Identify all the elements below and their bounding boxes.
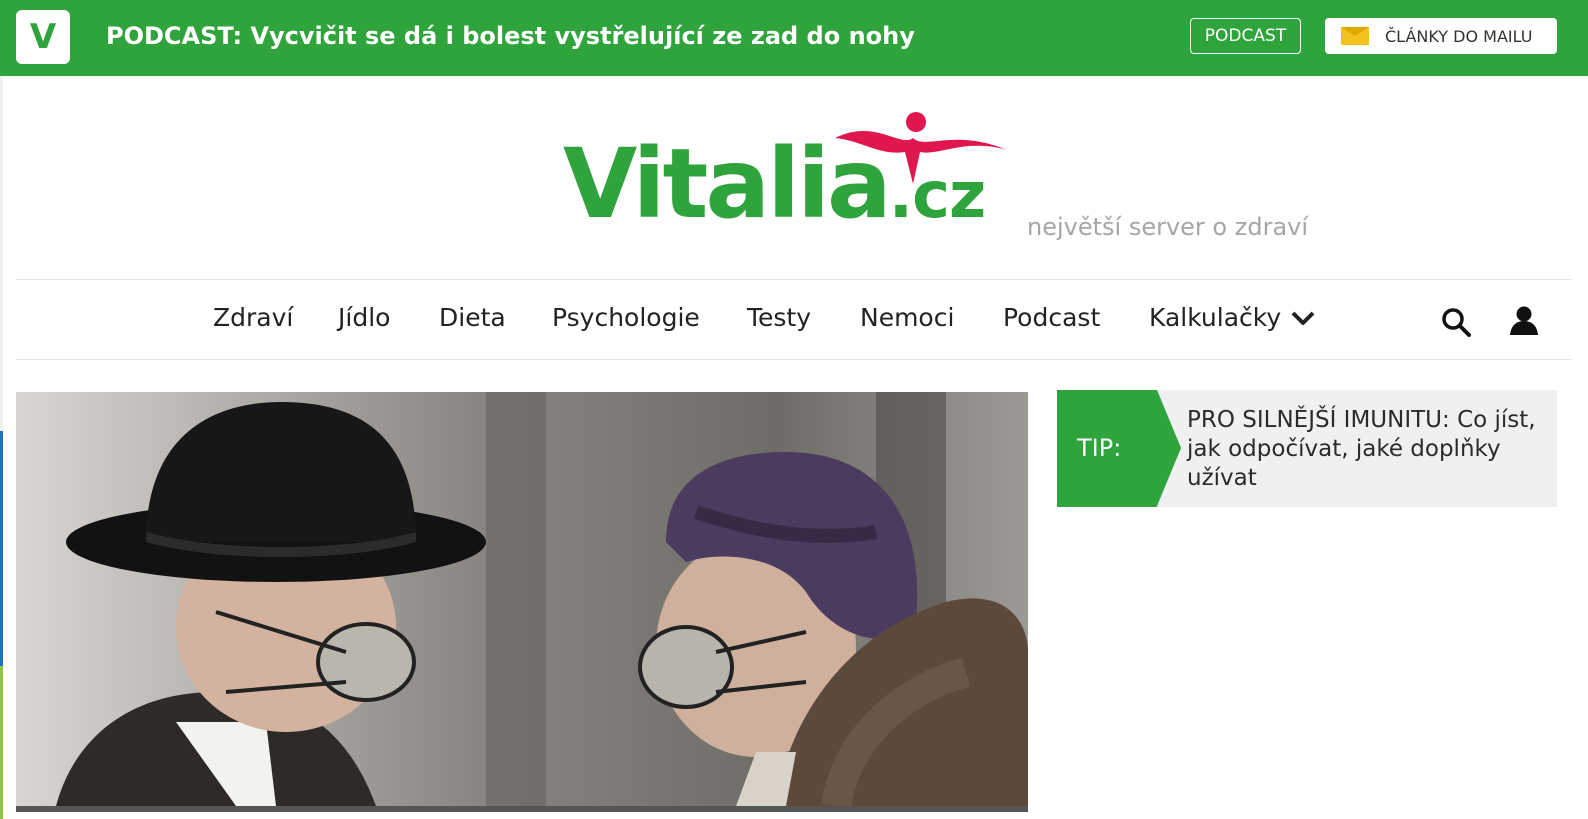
- tip-label: TIP:: [1077, 434, 1122, 462]
- envelope-icon: [1341, 27, 1369, 45]
- logo-figure-icon: [835, 112, 1007, 184]
- site-logo[interactable]: Vitalia.cz: [563, 108, 1023, 248]
- nav-item-nemoci[interactable]: Nemoci: [860, 303, 954, 332]
- nav-item-zdravi[interactable]: Zdraví: [213, 303, 293, 332]
- chevron-down-icon[interactable]: [1290, 307, 1316, 329]
- podcast-headline-link[interactable]: PODCAST: Vycvičit se dá i bolest vystřel…: [106, 22, 915, 50]
- nav-item-podcast[interactable]: Podcast: [1003, 303, 1100, 332]
- nav-item-jidlo[interactable]: Jídlo: [338, 303, 390, 332]
- tip-link-text[interactable]: PRO SILNĚJŠÍ IMUNITU: Co jíst, jak odpoč…: [1187, 406, 1537, 493]
- side-edge-strip: [0, 76, 3, 819]
- top-announcement-bar: V PODCAST: Vycvičit se dá i bolest vystř…: [0, 0, 1588, 76]
- podcast-button[interactable]: PODCAST: [1190, 18, 1301, 54]
- newsletter-button[interactable]: ČLÁNKY DO MAILU: [1325, 18, 1557, 54]
- user-icon[interactable]: [1508, 304, 1540, 336]
- vitalia-badge-icon[interactable]: V: [16, 10, 70, 64]
- hero-article-image[interactable]: [16, 392, 1028, 806]
- nav-item-testy[interactable]: Testy: [747, 303, 811, 332]
- site-tagline: největší server o zdraví: [1027, 213, 1309, 241]
- search-icon[interactable]: [1440, 306, 1472, 338]
- nav-divider: [16, 359, 1572, 360]
- newsletter-button-label: ČLÁNKY DO MAILU: [1385, 26, 1533, 46]
- tip-label-box: TIP:: [1057, 390, 1157, 507]
- hero-photo: [16, 392, 1028, 806]
- nav-item-psychologie[interactable]: Psychologie: [552, 303, 700, 332]
- hero-caption-bar: [16, 806, 1028, 812]
- tip-banner[interactable]: TIP: PRO SILNĚJŠÍ IMUNITU: Co jíst, jak …: [1057, 390, 1557, 507]
- header-divider: [16, 279, 1572, 280]
- tip-arrow-shape: [1157, 390, 1181, 506]
- nav-item-dieta[interactable]: Dieta: [439, 303, 506, 332]
- nav-item-kalkulacky[interactable]: Kalkulačky: [1149, 303, 1281, 332]
